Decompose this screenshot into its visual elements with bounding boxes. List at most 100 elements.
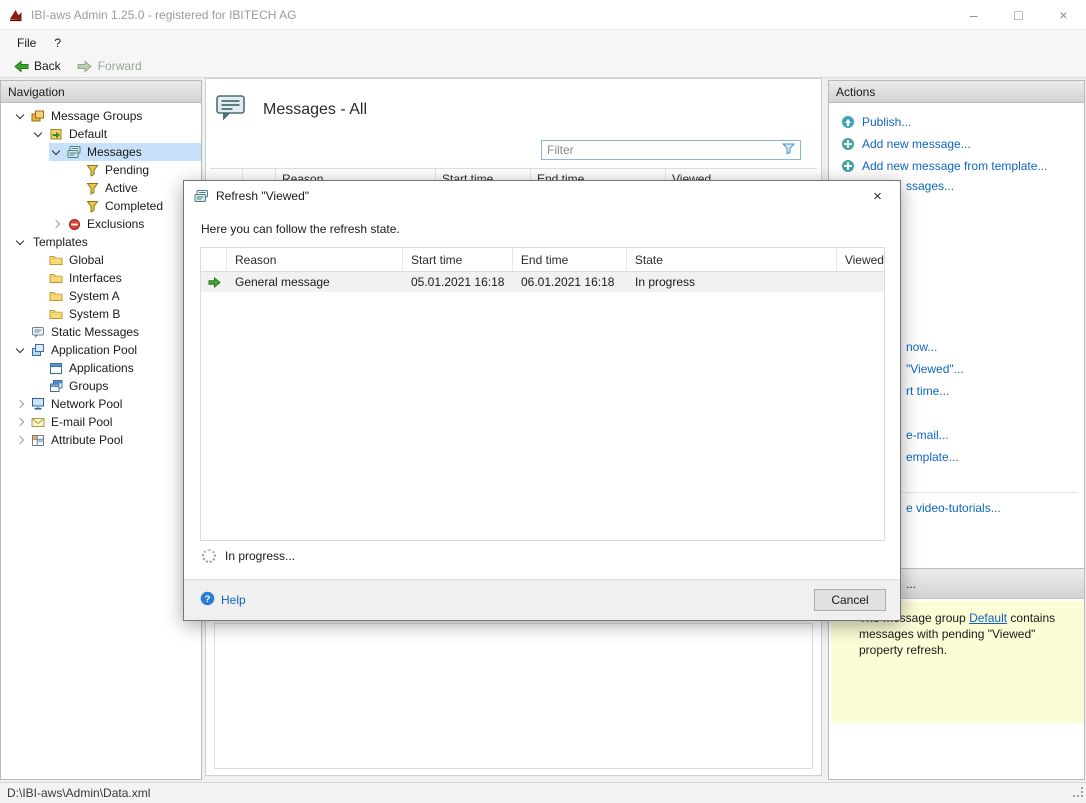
help-icon: ? bbox=[200, 591, 215, 609]
chevron-spacer bbox=[67, 163, 82, 177]
tree-item-groups[interactable]: Groups bbox=[1, 377, 201, 395]
cell-state: In progress bbox=[627, 272, 837, 292]
help-link[interactable]: ? Help bbox=[200, 591, 246, 609]
refresh-state-table: Reason Start time End time State Viewed … bbox=[200, 247, 885, 541]
chevron-right-icon[interactable] bbox=[13, 433, 28, 447]
maximize-button[interactable]: □ bbox=[996, 0, 1041, 30]
back-button[interactable]: Back bbox=[6, 56, 68, 76]
chevron-down-icon[interactable] bbox=[13, 109, 28, 123]
dialog-status-text: In progress... bbox=[225, 549, 295, 563]
tree-item-messages[interactable]: Messages bbox=[1, 143, 201, 161]
cancel-button[interactable]: Cancel bbox=[814, 589, 886, 611]
tree-item-label: Templates bbox=[30, 235, 88, 249]
groups-icon bbox=[48, 379, 64, 394]
chevron-down-icon[interactable] bbox=[13, 343, 28, 357]
page-title: Messages - All bbox=[263, 101, 367, 119]
cell-reason: General message bbox=[227, 272, 403, 292]
filter-funnel-icon bbox=[84, 199, 100, 214]
tree-item-label: Groups bbox=[66, 379, 108, 393]
message-groups-icon bbox=[30, 109, 46, 124]
column-header-state[interactable]: State bbox=[627, 248, 837, 271]
tree-item-system-a[interactable]: System A bbox=[1, 287, 201, 305]
folder-icon bbox=[48, 289, 64, 304]
close-button[interactable]: × bbox=[1041, 0, 1086, 30]
tree-item-attribute-pool[interactable]: Attribute Pool bbox=[1, 431, 201, 449]
application-pool-icon bbox=[30, 343, 46, 358]
network-pool-icon bbox=[30, 397, 46, 412]
tree-item-label: Global bbox=[66, 253, 104, 267]
filter-input[interactable] bbox=[547, 143, 782, 157]
cell-end-time: 06.01.2021 16:18 bbox=[513, 272, 627, 292]
tree-item-exclusions[interactable]: Exclusions bbox=[1, 215, 201, 233]
chevron-spacer bbox=[31, 307, 46, 321]
menu-help[interactable]: ? bbox=[45, 30, 70, 55]
filter-funnel-icon[interactable] bbox=[782, 143, 795, 158]
add-message-icon bbox=[840, 137, 856, 152]
chevron-down-icon[interactable] bbox=[31, 127, 46, 141]
tree-item-label: Network Pool bbox=[48, 397, 122, 411]
default-group-link[interactable]: Default bbox=[969, 611, 1007, 625]
tree-item-templates[interactable]: Templates bbox=[1, 233, 201, 251]
action-partial-email[interactable]: e-mail... bbox=[906, 428, 949, 442]
chevron-right-icon[interactable] bbox=[49, 217, 64, 231]
tree-item-pending[interactable]: Pending bbox=[1, 161, 201, 179]
chevron-right-icon[interactable] bbox=[13, 415, 28, 429]
message-group-icon bbox=[48, 127, 64, 142]
action-label: Add new message from template... bbox=[862, 159, 1047, 173]
tree-item-default[interactable]: Default bbox=[1, 125, 201, 143]
column-header-viewed[interactable]: Viewed bbox=[837, 248, 884, 271]
column-header-icon[interactable] bbox=[201, 248, 227, 271]
column-header-reason[interactable]: Reason bbox=[227, 248, 403, 271]
action-add-new-message[interactable]: Add new message... bbox=[840, 133, 1080, 155]
attribute-pool-icon bbox=[30, 433, 46, 448]
tree-item-active[interactable]: Active bbox=[1, 179, 201, 197]
svg-text:?: ? bbox=[205, 594, 211, 605]
tree-item-completed[interactable]: Completed bbox=[1, 197, 201, 215]
tree-item-label: Applications bbox=[66, 361, 134, 375]
tree-item-global[interactable]: Global bbox=[1, 251, 201, 269]
tree-item-network-pool[interactable]: Network Pool bbox=[1, 395, 201, 413]
tree-item-message-groups[interactable]: Message Groups bbox=[1, 107, 201, 125]
tree-item-static-messages[interactable]: Static Messages bbox=[1, 323, 201, 341]
status-bar: D:\IBI-aws\Admin\Data.xml bbox=[0, 782, 1086, 803]
action-partial-messages[interactable]: ssages... bbox=[906, 179, 954, 193]
table-row[interactable]: General message 05.01.2021 16:18 06.01.2… bbox=[201, 272, 884, 292]
column-header-start-time[interactable]: Start time bbox=[403, 248, 513, 271]
progress-spinner-icon bbox=[202, 549, 216, 563]
tree-item-label: Pending bbox=[102, 163, 149, 177]
forward-button[interactable]: Forward bbox=[70, 56, 149, 76]
minimize-button[interactable]: – bbox=[951, 0, 996, 30]
tree-item-application-pool[interactable]: Application Pool bbox=[1, 341, 201, 359]
back-label: Back bbox=[34, 59, 61, 73]
action-partial-template[interactable]: emplate... bbox=[906, 450, 959, 464]
app-window: IBI-aws Admin 1.25.0 - registered for IB… bbox=[0, 0, 1086, 803]
chevron-right-icon[interactable] bbox=[13, 397, 28, 411]
tree-item-interfaces[interactable]: Interfaces bbox=[1, 269, 201, 287]
help-label: Help bbox=[221, 593, 246, 607]
folder-icon bbox=[48, 271, 64, 286]
action-publish[interactable]: Publish... bbox=[840, 111, 1080, 133]
folder-icon bbox=[48, 307, 64, 322]
menu-file[interactable]: File bbox=[8, 30, 45, 55]
exclusions-icon bbox=[66, 217, 82, 232]
resize-grip-icon[interactable] bbox=[1073, 787, 1084, 801]
tree-item-email-pool[interactable]: E-mail Pool bbox=[1, 413, 201, 431]
chevron-down-icon[interactable] bbox=[13, 235, 28, 249]
dialog-footer: ? Help Cancel bbox=[184, 579, 900, 620]
dialog-close-button[interactable]: × bbox=[855, 181, 900, 211]
row-status-arrow-icon bbox=[201, 272, 227, 292]
action-partial-refresh-now[interactable]: now... bbox=[906, 340, 937, 354]
dialog-refresh-icon bbox=[193, 189, 209, 204]
column-header-end-time[interactable]: End time bbox=[513, 248, 627, 271]
action-partial-start-time[interactable]: rt time... bbox=[906, 384, 949, 398]
title-bar: IBI-aws Admin 1.25.0 - registered for IB… bbox=[0, 0, 1086, 30]
tree-item-system-b[interactable]: System B bbox=[1, 305, 201, 323]
tree-item-label: Messages bbox=[84, 145, 142, 159]
navigation-tree: Message Groups Default Messages Pending bbox=[1, 103, 201, 449]
chevron-down-icon[interactable] bbox=[49, 145, 64, 159]
action-partial-video-tutorials[interactable]: e video-tutorials... bbox=[906, 501, 1001, 515]
action-partial-refresh-viewed[interactable]: "Viewed"... bbox=[906, 362, 964, 376]
action-add-new-message-from-template[interactable]: Add new message from template... bbox=[840, 155, 1080, 177]
tree-item-applications[interactable]: Applications bbox=[1, 359, 201, 377]
tree-item-label: System A bbox=[66, 289, 120, 303]
